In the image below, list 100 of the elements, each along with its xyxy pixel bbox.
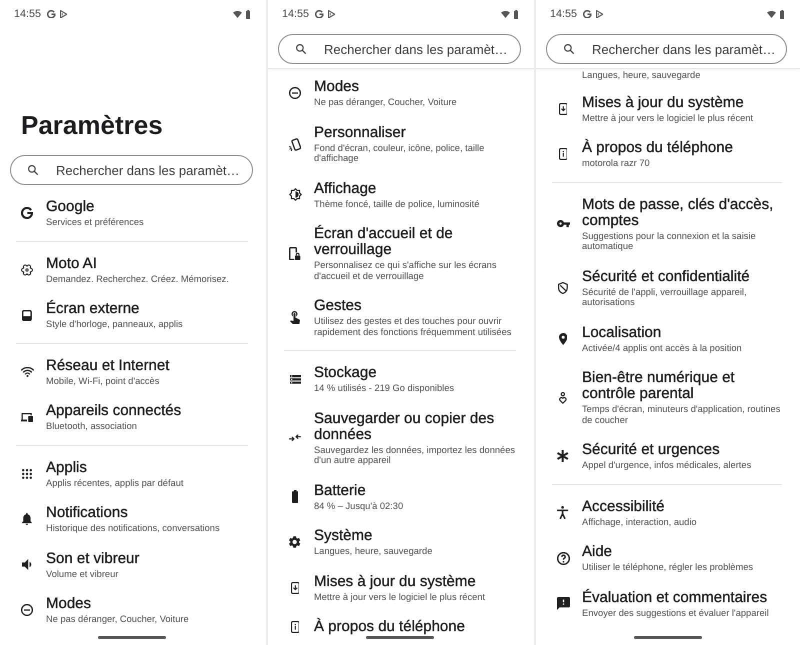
setting-title[interactable]: Appareils connectés bbox=[46, 403, 182, 419]
setting-title[interactable]: Mots de passe, clés d'accès, comptes bbox=[582, 196, 786, 228]
battery-icon bbox=[780, 10, 784, 18]
setting-title[interactable]: Réseau et Internet bbox=[46, 358, 170, 374]
setting-summary: Fond d'écran, couleur, icône, police, taille d'affichage bbox=[314, 142, 486, 164]
setting-title[interactable]: Moto AI bbox=[46, 256, 97, 272]
status-time: 14:55 bbox=[282, 8, 310, 20]
setting-summary: Ne pas déranger, Coucher, Voiture bbox=[314, 97, 457, 108]
setting-title[interactable]: Écran externe bbox=[46, 301, 140, 317]
bell-icon bbox=[22, 513, 32, 526]
setting-title[interactable]: Évaluation et commentaires bbox=[582, 590, 768, 606]
setting-summary: Langues, heure, sauvegarde bbox=[582, 70, 700, 80]
g-letter-icon bbox=[47, 10, 56, 18]
setting-summary: Personnalisez ce qui s'affiche sur les écrans d'accueil et de verrouillage bbox=[314, 260, 498, 281]
setting-summary: Mobile, Wi-Fi, point d'accès bbox=[46, 376, 160, 386]
apps-grid-icon bbox=[22, 468, 32, 479]
status-time: 14:55 bbox=[550, 8, 578, 20]
setting-summary: Envoyer des suggestions et évaluer l'appareil bbox=[582, 608, 769, 618]
setting-summary: Style d'horloge, panneaux, applis bbox=[46, 319, 183, 330]
setting-summary: Suggestions pour la connexion et la saisie automatique bbox=[582, 230, 757, 252]
setting-title[interactable]: Applis bbox=[46, 460, 87, 476]
brightness-icon bbox=[288, 188, 302, 202]
setting-title[interactable]: Modes bbox=[314, 79, 360, 95]
phone-download-icon bbox=[290, 582, 300, 594]
home-indicator bbox=[366, 636, 434, 639]
setting-summary: 14 % utilisés - 219 Go disponibles bbox=[314, 383, 454, 394]
setting-title[interactable]: Sauvegarder ou copier des données bbox=[314, 410, 520, 442]
asterisk-icon bbox=[557, 450, 569, 462]
search-icon bbox=[28, 165, 38, 175]
wifi-signal-icon bbox=[232, 10, 242, 18]
setting-title[interactable]: Affichage bbox=[314, 180, 376, 196]
setting-title[interactable]: Aide bbox=[582, 544, 612, 560]
phone-info-icon bbox=[558, 148, 568, 160]
home-indicator bbox=[634, 636, 702, 639]
search-field[interactable]: Rechercher dans les paramèt… bbox=[10, 155, 253, 185]
setting-title[interactable]: Personnaliser bbox=[314, 124, 406, 140]
play-triangle-icon bbox=[328, 10, 335, 18]
g-letter-icon bbox=[315, 10, 324, 18]
setting-title[interactable]: Mises à jour du système bbox=[314, 574, 476, 590]
setting-summary: Thème foncé, taille de police, luminosité bbox=[314, 198, 480, 209]
shield-icon bbox=[558, 282, 568, 294]
battery-icon bbox=[292, 490, 298, 504]
search-field[interactable]: Rechercher dans les paramèt… bbox=[546, 34, 787, 64]
status-time: 14:55 bbox=[14, 8, 42, 20]
search-field[interactable]: Rechercher dans les paramèt… bbox=[278, 34, 521, 64]
phone-lock-icon bbox=[289, 247, 301, 260]
setting-summary: Activée/4 applis ont accès à la position bbox=[582, 342, 742, 353]
setting-title[interactable]: Batterie bbox=[314, 482, 366, 498]
device-screen-icon bbox=[22, 310, 32, 321]
help-icon bbox=[556, 552, 570, 565]
g-letter-icon bbox=[21, 207, 33, 220]
setting-title[interactable]: Mises à jour du système bbox=[582, 94, 744, 110]
page-title: Paramètres bbox=[21, 109, 163, 141]
setting-title[interactable]: Bien-être numérique et contrôle parental bbox=[582, 370, 786, 402]
setting-title[interactable]: Gestes bbox=[314, 298, 362, 314]
play-triangle-icon bbox=[596, 10, 603, 18]
setting-summary: 84 % – Jusqu'à 02:30 bbox=[314, 500, 404, 511]
setting-summary: Volume et vibreur bbox=[46, 568, 118, 579]
setting-title[interactable]: Sécurité et urgences bbox=[582, 442, 720, 458]
location-pin-icon bbox=[558, 332, 568, 345]
setting-summary: motorola razr 70 bbox=[582, 158, 650, 168]
setting-summary: Appel d'urgence, infos médicales, alertes bbox=[582, 460, 752, 470]
setting-summary: Mettre à jour vers le logiciel le plus récent bbox=[582, 112, 754, 123]
speaker-icon bbox=[22, 559, 32, 570]
gear-icon bbox=[289, 536, 301, 548]
battery-icon bbox=[514, 10, 518, 18]
g-letter-icon bbox=[583, 10, 592, 18]
setting-title[interactable]: Notifications bbox=[46, 505, 128, 521]
setting-summary: Bluetooth, association bbox=[46, 421, 137, 432]
setting-title[interactable]: Écran d'accueil et de verrouillage bbox=[314, 226, 520, 258]
setting-title[interactable]: Accessibilité bbox=[582, 498, 665, 514]
tilted-phone-icon bbox=[288, 138, 302, 150]
storage-bars-icon bbox=[290, 374, 300, 384]
flower-outline-icon bbox=[21, 264, 33, 276]
setting-title[interactable]: Modes bbox=[46, 596, 92, 612]
setting-title[interactable]: À propos du téléphone bbox=[582, 140, 733, 156]
setting-title[interactable]: Système bbox=[314, 528, 372, 544]
setting-title[interactable]: Stockage bbox=[314, 365, 377, 381]
phone-download-icon bbox=[558, 102, 568, 115]
setting-summary: Sécurité de l'appli, verrouillage appareil, autorisations bbox=[582, 286, 748, 308]
setting-summary: Services et préférences bbox=[46, 217, 144, 228]
setting-title[interactable]: Google bbox=[46, 199, 94, 215]
setting-title[interactable]: Son et vibreur bbox=[46, 550, 140, 566]
hand-tap-icon bbox=[290, 311, 300, 324]
setting-summary: Temps d'écran, minuteurs d'application, routines de coucher bbox=[582, 404, 782, 425]
search-icon bbox=[564, 44, 574, 54]
search-icon bbox=[296, 44, 306, 54]
setting-summary: Mettre à jour vers le logiciel le plus récent bbox=[314, 592, 486, 602]
setting-summary: Langues, heure, sauvegarde bbox=[314, 546, 432, 556]
wifi-icon bbox=[20, 366, 34, 377]
accessibility-icon bbox=[557, 506, 569, 520]
devices-icon bbox=[21, 412, 33, 422]
setting-title[interactable]: Sécurité et confidentialité bbox=[582, 268, 750, 284]
setting-title[interactable]: À propos du téléphone bbox=[314, 619, 465, 635]
setting-summary: Historique des notifications, conversations bbox=[46, 523, 220, 534]
wifi-signal-icon bbox=[766, 10, 776, 18]
person-heart-icon bbox=[559, 392, 567, 404]
setting-title[interactable]: Localisation bbox=[582, 324, 662, 340]
setting-summary: Applis récentes, applis par défaut bbox=[46, 478, 184, 488]
feedback-bubble-icon bbox=[556, 597, 570, 610]
